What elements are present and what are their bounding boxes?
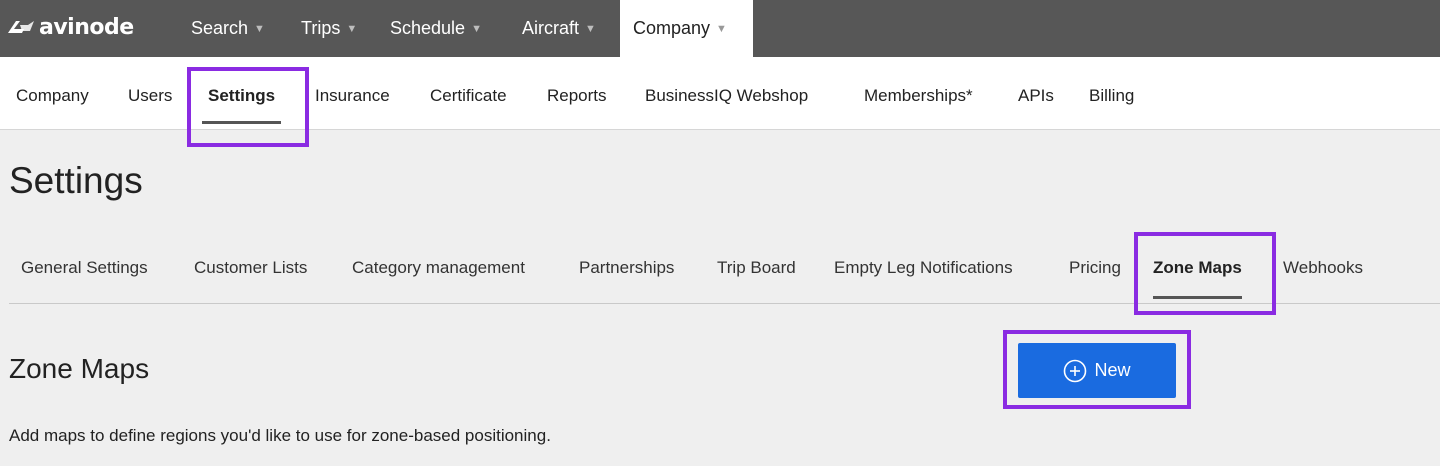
chevron-down-icon: ▼ [346, 22, 358, 35]
plus-circle-icon [1064, 359, 1087, 382]
subnav-settings-label: Settings [208, 86, 276, 105]
brand-name: avinode [39, 14, 134, 40]
tab-partnerships[interactable]: Partnerships [579, 258, 674, 278]
active-underline [1153, 296, 1242, 299]
tab-zone-maps-label: Zone Maps [1153, 258, 1242, 277]
chevron-down-icon: ▼ [471, 22, 482, 35]
nav-search[interactable]: Search ▼ [191, 0, 265, 57]
subnav-settings[interactable]: Settings [202, 86, 282, 124]
subnav-certificate[interactable]: Certificate [430, 86, 507, 106]
nav-company[interactable]: Company ▼ [620, 0, 753, 57]
tab-divider [9, 303, 1440, 304]
subnav-insurance[interactable]: Insurance [315, 86, 390, 106]
top-nav: avinode Search ▼ Trips ▼ Schedule ▼ Aircraf… [0, 0, 1440, 57]
nav-company-label: Company [633, 18, 711, 38]
nav-schedule-label: Schedule [390, 18, 466, 38]
brand-logo[interactable]: avinode [6, 10, 134, 44]
chevron-down-icon: ▼ [585, 22, 596, 35]
nav-search-label: Search [191, 18, 249, 38]
tab-empty-leg-notifications[interactable]: Empty Leg Notifications [834, 258, 1013, 278]
nav-schedule[interactable]: Schedule ▼ [390, 0, 482, 57]
active-underline [202, 121, 282, 124]
subnav-businessiq-webshop[interactable]: BusinessIQ Webshop [645, 86, 808, 106]
section-description: Add maps to define regions you'd like to… [9, 426, 551, 445]
tab-general-settings[interactable]: General Settings [21, 258, 148, 278]
section-title: Zone Maps [9, 353, 150, 384]
subnav-users[interactable]: Users [128, 86, 172, 106]
subnav-reports[interactable]: Reports [547, 86, 607, 106]
subnav-memberships[interactable]: Memberships* [864, 86, 973, 106]
new-zone-map-button[interactable]: New [1018, 343, 1176, 398]
chevron-down-icon: ▼ [254, 22, 265, 35]
new-button-label: New [1094, 360, 1131, 380]
tab-zone-maps[interactable]: Zone Maps [1153, 258, 1242, 299]
subnav-billing[interactable]: Billing [1089, 86, 1134, 106]
nav-aircraft-label: Aircraft [522, 18, 580, 38]
nav-trips-label: Trips [301, 18, 341, 38]
avinode-logo-icon [8, 21, 34, 33]
nav-aircraft[interactable]: Aircraft ▼ [522, 0, 596, 57]
chevron-down-icon: ▼ [716, 22, 727, 35]
subnav-apis[interactable]: APIs [1018, 86, 1054, 106]
tab-category-management[interactable]: Category management [352, 258, 525, 278]
subnav-company[interactable]: Company [16, 86, 89, 106]
page-title: Settings [9, 160, 143, 201]
company-sub-nav: Company Users Settings Insurance Certifi… [0, 57, 1440, 130]
tab-customer-lists[interactable]: Customer Lists [194, 258, 307, 278]
tab-trip-board[interactable]: Trip Board [717, 258, 796, 278]
tab-webhooks[interactable]: Webhooks [1283, 258, 1363, 278]
tab-pricing[interactable]: Pricing [1069, 258, 1121, 278]
nav-trips[interactable]: Trips ▼ [301, 0, 357, 57]
